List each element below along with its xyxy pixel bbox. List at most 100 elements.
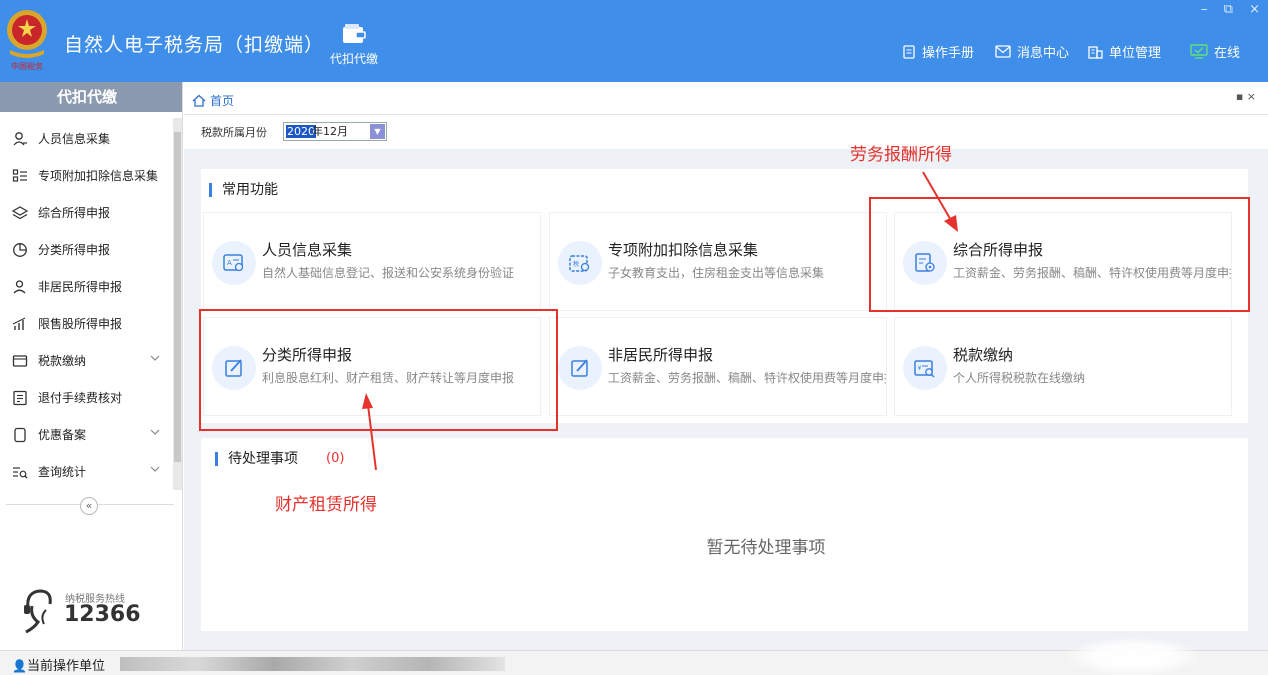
- card-description: 工资薪金、劳务报酬、稿酬、特许权使用费等月度申报: [608, 371, 886, 385]
- wallet-icon: [343, 24, 366, 43]
- annotation-box-classified: [199, 309, 558, 431]
- tax-period-bar: 税款所属月份 2020 年12月 ▼: [184, 115, 1268, 149]
- sidebar-item-label: 优惠备案: [38, 428, 87, 442]
- card-description: 子女教育支出，住房租金支出等信息采集: [608, 266, 825, 280]
- common-functions-title: 常用功能: [209, 183, 278, 197]
- tab-withholding-label: 代扣代缴: [329, 52, 378, 66]
- card-description: 自然人基础信息登记、报送和公安系统身份验证: [262, 266, 515, 280]
- copy-icon: [14, 427, 26, 442]
- headset-icon: [24, 589, 52, 634]
- monitor-online-icon: [1190, 44, 1208, 59]
- manual-label: 操作手册: [922, 46, 975, 61]
- card-special-deduction[interactable]: 税 专项附加扣除信息采集 子女教育支出，住房租金支出等信息采集: [549, 212, 887, 311]
- breadcrumb-label: 首页: [210, 94, 235, 108]
- online-status[interactable]: 在线: [1190, 42, 1240, 61]
- restore-button[interactable]: ⧉: [1224, 2, 1233, 17]
- sidebar-item-personnel-info[interactable]: 人员信息采集: [0, 120, 172, 157]
- sidebar-item-label: 税款缴纳: [38, 354, 87, 368]
- minimize-button[interactable]: –: [1201, 2, 1208, 17]
- pending-items-title: 待处理事项: [215, 452, 298, 466]
- sidebar-item-special-deduction[interactable]: 专项附加扣除信息采集: [0, 157, 172, 194]
- chevron-down-icon: [150, 466, 160, 472]
- sidebar-item-label: 非居民所得申报: [38, 280, 123, 294]
- card-description: 个人所得税税款在线缴纳: [953, 371, 1086, 385]
- message-center-link[interactable]: 消息中心: [995, 42, 1069, 61]
- panel-window-controls[interactable]: ▪ ×: [1236, 90, 1256, 103]
- tab-withholding[interactable]: 代扣代缴: [322, 22, 386, 78]
- app-title: 自然人电子税务局（扣缴端）: [64, 34, 325, 56]
- sidebar: 代扣代缴 人员信息采集 专项附加扣除信息采集 综合所得申报 分类所得申报 非居民…: [0, 82, 183, 650]
- sidebar-item-comprehensive-income[interactable]: 综合所得申报: [0, 194, 172, 231]
- sidebar-item-refund-fee-check[interactable]: 退付手续费核对: [0, 379, 172, 416]
- user-icon: 👤: [12, 659, 27, 673]
- card-personnel-info[interactable]: A 人员信息采集 自然人基础信息登记、报送和公安系统身份验证: [203, 212, 541, 311]
- pending-empty-message: 暂无待处理事项: [706, 538, 826, 558]
- card-title: 非居民所得申报: [608, 346, 714, 364]
- pie-chart-icon: [13, 242, 27, 257]
- annotation-box-comprehensive: [869, 197, 1250, 312]
- card-tax-payment[interactable]: ¥ 税款缴纳 个人所得税税款在线缴纳: [894, 317, 1232, 416]
- svg-text:A: A: [227, 259, 232, 267]
- card-title: 税款缴纳: [953, 346, 1014, 364]
- tax-period-label: 税款所属月份: [201, 126, 267, 139]
- close-button[interactable]: ×: [1249, 2, 1260, 17]
- sidebar-collapse-row: «: [6, 497, 174, 516]
- sidebar-item-label: 专项附加扣除信息采集: [38, 169, 159, 183]
- sidebar-item-label: 退付手续费核对: [38, 391, 123, 405]
- current-unit-label: 👤当前操作单位: [12, 659, 105, 674]
- sidebar-item-preferential-filing[interactable]: 优惠备案: [0, 416, 172, 453]
- sidebar-item-label: 综合所得申报: [38, 206, 111, 220]
- sidebar-collapse-button[interactable]: «: [80, 497, 98, 515]
- online-label: 在线: [1214, 46, 1241, 61]
- dropdown-arrow-icon[interactable]: ▼: [370, 124, 385, 139]
- calendar-tax-icon: 税: [558, 241, 602, 285]
- id-card-icon: A: [212, 241, 256, 285]
- sidebar-item-nonresident-income[interactable]: 非居民所得申报: [0, 268, 172, 305]
- breadcrumb-home[interactable]: 首页: [192, 92, 234, 109]
- sidebar-item-classified-income[interactable]: 分类所得申报: [0, 231, 172, 268]
- annotation-label-property: 财产租赁所得: [275, 495, 377, 515]
- home-icon: [192, 94, 206, 107]
- card-title: 专项附加扣除信息采集: [608, 241, 759, 259]
- annotation-label-labor: 劳务报酬所得: [850, 145, 952, 165]
- wallet-icon: [12, 354, 28, 367]
- tax-pay-icon: ¥: [903, 346, 947, 390]
- svg-text:中国税务: 中国税务: [11, 61, 43, 70]
- manual-link[interactable]: 操作手册: [902, 42, 974, 61]
- sidebar-item-label: 人员信息采集: [38, 132, 111, 146]
- tax-period-select[interactable]: 2020 年12月 ▼: [283, 122, 387, 141]
- app-header: 中国税务 自然人电子税务局（扣缴端） 代扣代缴 – ⧉ × 操作手册 消息中心: [0, 0, 1268, 82]
- manual-icon: [903, 44, 915, 59]
- search-list-icon: [13, 466, 28, 478]
- unit-management-link[interactable]: 单位管理: [1088, 42, 1161, 61]
- person-icon: [13, 131, 27, 145]
- app-window: 中国税务 自然人电子税务局（扣缴端） 代扣代缴 – ⧉ × 操作手册 消息中心: [0, 0, 1268, 675]
- chevron-down-icon: [150, 429, 160, 435]
- person-outline-icon: [13, 279, 26, 293]
- sidebar-item-label: 限售股所得申报: [38, 317, 123, 331]
- tax-emblem-logo: 中国税务: [4, 6, 50, 71]
- svg-text:¥: ¥: [918, 365, 922, 372]
- current-unit-redacted: [120, 657, 505, 671]
- breadcrumb-bar: 首页 ▪ ×: [184, 82, 1268, 115]
- hotline-number: 12366: [64, 602, 141, 627]
- document-icon: [13, 390, 27, 405]
- layers-icon: [12, 205, 28, 219]
- sidebar-item-label: 查询统计: [38, 465, 87, 479]
- sidebar-scrollbar-thumb[interactable]: [174, 132, 181, 462]
- card-nonresident-income[interactable]: 非居民所得申报 工资薪金、劳务报酬、稿酬、特许权使用费等月度申报: [549, 317, 887, 416]
- svg-text:税: 税: [573, 260, 579, 268]
- sidebar-menu: 人员信息采集 专项附加扣除信息采集 综合所得申报 分类所得申报 非居民所得申报 …: [0, 120, 172, 490]
- building-icon: [1088, 45, 1103, 59]
- message-center-label: 消息中心: [1017, 46, 1070, 61]
- pending-items-panel: 待处理事项 (0) 暂无待处理事项: [201, 438, 1248, 631]
- corner-watermark: [1068, 638, 1198, 675]
- sidebar-item-query-statistics[interactable]: 查询统计: [0, 453, 172, 490]
- sidebar-item-tax-payment[interactable]: 税款缴纳: [0, 342, 172, 379]
- list-icon: [12, 168, 27, 182]
- mail-icon: [995, 45, 1011, 58]
- sidebar-scrollbar[interactable]: [173, 118, 182, 490]
- sidebar-item-restricted-shares[interactable]: 限售股所得申报: [0, 305, 172, 342]
- service-hotline: 纳税服务热线 12366: [20, 586, 170, 640]
- window-controls: – ⧉ ×: [1189, 2, 1260, 17]
